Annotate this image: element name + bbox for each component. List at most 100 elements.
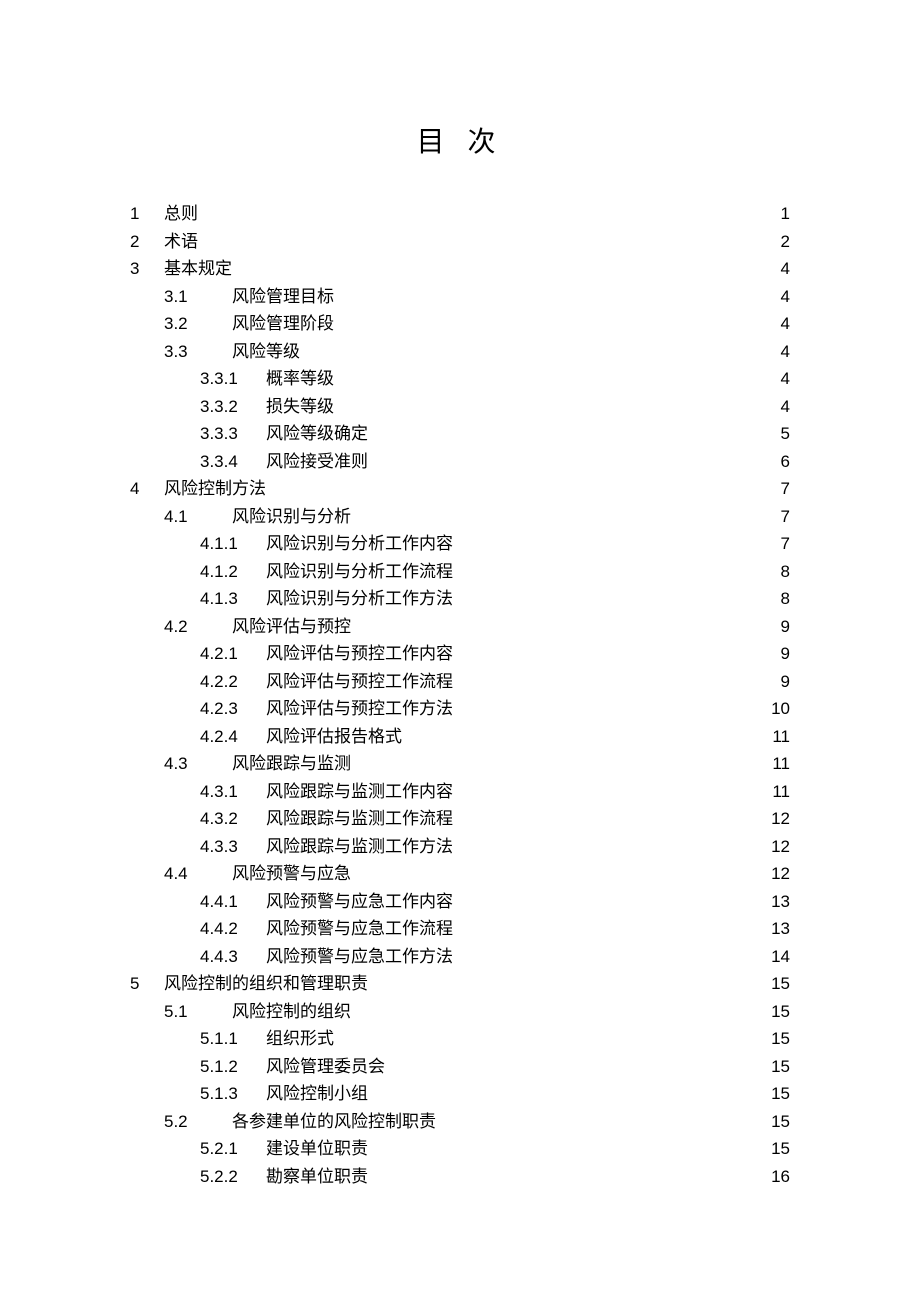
toc-entry-number: 4.1.3 bbox=[200, 585, 266, 613]
toc-entry: 5.1.2风险管理委员会15 bbox=[130, 1053, 790, 1081]
toc-leader bbox=[410, 725, 626, 742]
toc-entry-number: 3.3.4 bbox=[200, 448, 266, 476]
toc-entry-page: 4 bbox=[766, 393, 790, 421]
toc-entry-number: 5.2.2 bbox=[200, 1163, 266, 1191]
toc-entry: 4.4.3风险预警与应急工作方法 14 bbox=[130, 943, 790, 971]
toc-entry-page: 13 bbox=[766, 915, 790, 943]
toc-entry: 5.2各参建单位的风险控制职责 15 bbox=[130, 1108, 790, 1136]
toc-entry-number: 3 bbox=[130, 255, 164, 283]
toc-entry-page: 9 bbox=[766, 668, 790, 696]
toc-leader bbox=[342, 395, 626, 412]
toc-entry-number: 4.1.1 bbox=[200, 530, 266, 558]
toc-entry-number: 4.1 bbox=[164, 503, 232, 531]
toc-leader bbox=[376, 1137, 626, 1154]
toc-entry-number: 4.2 bbox=[164, 613, 232, 641]
toc-leader bbox=[376, 450, 626, 467]
toc-leader bbox=[206, 202, 626, 219]
toc-entry-label: 总则 bbox=[164, 200, 206, 228]
toc-leader bbox=[461, 807, 626, 824]
toc-entry-page: 11 bbox=[766, 723, 790, 751]
toc-entry-number: 4.4.3 bbox=[200, 943, 266, 971]
toc-entry-label: 各参建单位的风险控制职责 bbox=[232, 1108, 444, 1136]
toc-entry-label: 风险预警与应急工作方法 bbox=[266, 943, 461, 971]
toc-entry-label: 风险预警与应急工作内容 bbox=[266, 888, 461, 916]
toc-entry: 3.2风险管理阶段4 bbox=[130, 310, 790, 338]
toc-entry: 3.3.4风险接受准则6 bbox=[130, 448, 790, 476]
toc-entry-page: 7 bbox=[766, 475, 790, 503]
toc-leader bbox=[461, 697, 626, 714]
toc-entry: 2术语2 bbox=[130, 228, 790, 256]
toc-entry-page: 14 bbox=[766, 943, 790, 971]
toc-entry-number: 5.2 bbox=[164, 1108, 232, 1136]
toc-entry-page: 16 bbox=[766, 1163, 790, 1191]
toc-entry-label: 损失等级 bbox=[266, 393, 342, 421]
toc-entry-page: 8 bbox=[766, 585, 790, 613]
toc-entry-page: 15 bbox=[766, 1080, 790, 1108]
toc-leader bbox=[376, 422, 626, 439]
toc-entry-page: 4 bbox=[766, 338, 790, 366]
toc-leader bbox=[461, 642, 626, 659]
toc-entry: 3.1风险管理目标4 bbox=[130, 283, 790, 311]
toc-leader bbox=[461, 780, 626, 797]
toc-entry-number: 5.1.1 bbox=[200, 1025, 266, 1053]
toc-leader bbox=[444, 1110, 626, 1127]
toc-entry-number: 4.2.4 bbox=[200, 723, 266, 751]
toc-entry-page: 12 bbox=[766, 860, 790, 888]
toc-entry-number: 3.1 bbox=[164, 283, 232, 311]
toc-entry-page: 12 bbox=[766, 805, 790, 833]
toc-entry-label: 风险跟踪与监测 bbox=[232, 750, 359, 778]
toc-entry-number: 5.1 bbox=[164, 998, 232, 1026]
toc-entry-label: 风险评估报告格式 bbox=[266, 723, 410, 751]
toc-entry-label: 风险识别与分析工作方法 bbox=[266, 585, 461, 613]
toc-entry: 1总则1 bbox=[130, 200, 790, 228]
toc-entry-number: 4.2.2 bbox=[200, 668, 266, 696]
toc-entry-label: 风险跟踪与监测工作流程 bbox=[266, 805, 461, 833]
toc-leader bbox=[461, 670, 626, 687]
toc-entry-label: 风险等级确定 bbox=[266, 420, 376, 448]
toc-entry-page: 8 bbox=[766, 558, 790, 586]
toc-entry-page: 1 bbox=[766, 200, 790, 228]
toc-entry-number: 4.2.1 bbox=[200, 640, 266, 668]
toc-leader bbox=[359, 1000, 626, 1017]
toc-entry-number: 4.4 bbox=[164, 860, 232, 888]
toc-entry-label: 风险识别与分析工作流程 bbox=[266, 558, 461, 586]
toc-entry-page: 15 bbox=[766, 1108, 790, 1136]
toc-leader bbox=[308, 340, 626, 357]
toc-entry-label: 风险控制的组织和管理职责 bbox=[164, 970, 376, 998]
toc-leader bbox=[342, 1027, 626, 1044]
toc-entry: 4.3.3风险跟踪与监测工作方法12 bbox=[130, 833, 790, 861]
toc-leader bbox=[206, 230, 626, 247]
toc-entry: 5.1.1组织形式15 bbox=[130, 1025, 790, 1053]
toc-entry-number: 5.1.3 bbox=[200, 1080, 266, 1108]
toc-entry-label: 组织形式 bbox=[266, 1025, 342, 1053]
toc-entry-number: 4.3 bbox=[164, 750, 232, 778]
toc-entry-number: 5.1.2 bbox=[200, 1053, 266, 1081]
toc-leader bbox=[376, 1165, 626, 1182]
toc-entry-label: 风险管理委员会 bbox=[266, 1053, 393, 1081]
toc-entry-label: 风险预警与应急工作流程 bbox=[266, 915, 461, 943]
toc-entry-label: 风险识别与分析工作内容 bbox=[266, 530, 461, 558]
toc-leader bbox=[342, 367, 626, 384]
toc-entry-label: 基本规定 bbox=[164, 255, 240, 283]
toc-entry-label: 风险管理阶段 bbox=[232, 310, 342, 338]
toc-entry-page: 6 bbox=[766, 448, 790, 476]
toc-entry-page: 7 bbox=[766, 503, 790, 531]
toc-entry-page: 11 bbox=[766, 778, 790, 806]
toc-entry: 4.3风险跟踪与监测 11 bbox=[130, 750, 790, 778]
toc-leader bbox=[461, 890, 626, 907]
toc-entry-label: 建设单位职责 bbox=[266, 1135, 376, 1163]
toc-leader bbox=[461, 917, 626, 934]
toc-entry-page: 9 bbox=[766, 640, 790, 668]
toc-entry-label: 风险跟踪与监测工作内容 bbox=[266, 778, 461, 806]
toc-leader bbox=[342, 285, 626, 302]
toc-entry-label: 勘察单位职责 bbox=[266, 1163, 376, 1191]
toc-entry-page: 11 bbox=[766, 750, 790, 778]
toc-entry: 4.4风险预警与应急12 bbox=[130, 860, 790, 888]
toc-entry: 4.1风险识别与分析7 bbox=[130, 503, 790, 531]
toc-entry: 3.3.3风险等级确定5 bbox=[130, 420, 790, 448]
toc-entry-label: 风险评估与预控工作内容 bbox=[266, 640, 461, 668]
toc-entry-label: 风险等级 bbox=[232, 338, 308, 366]
toc-entry: 4.4.2风险预警与应急工作流程13 bbox=[130, 915, 790, 943]
toc-entry-label: 风险评估与预控工作流程 bbox=[266, 668, 461, 696]
toc-entry: 4风险控制方法7 bbox=[130, 475, 790, 503]
